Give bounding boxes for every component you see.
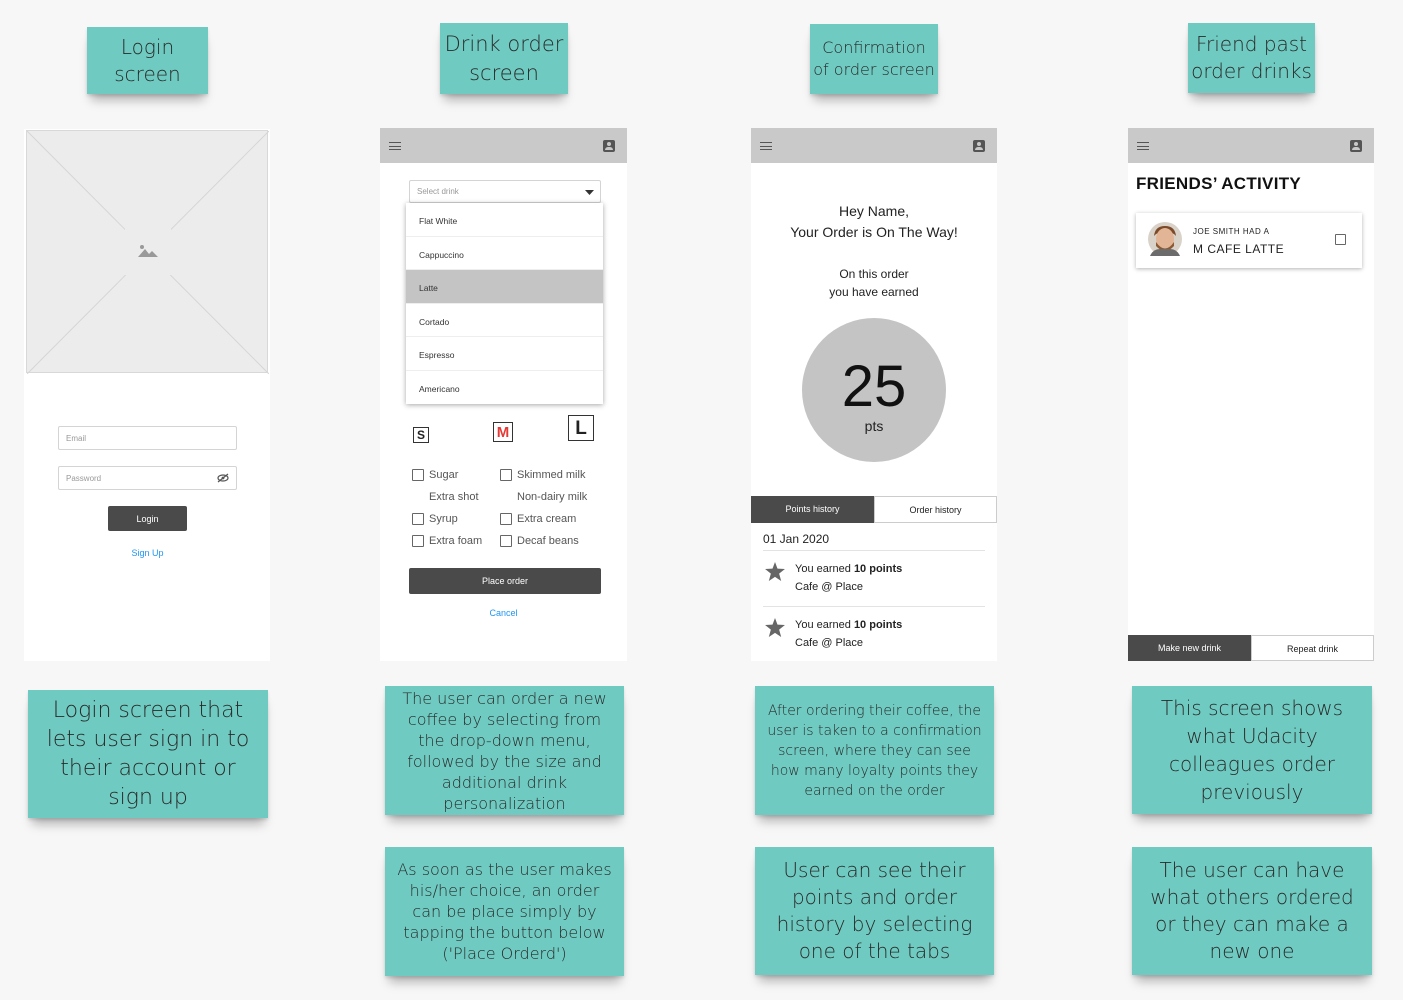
- extra-foam-label: Extra foam: [429, 535, 483, 547]
- account-icon[interactable]: [603, 140, 615, 152]
- history-earned: You earned 10 points: [795, 563, 903, 575]
- activity-card[interactable]: JOE SMITH HAD A M CAFE LATTE: [1136, 213, 1362, 268]
- dropdown-item-selected[interactable]: Latte: [406, 270, 603, 304]
- friends-activity-screen: FRIENDS’ ACTIVITY JOE SMITH HAD A M CAFE…: [1128, 128, 1374, 661]
- heading-drink-order: Drink order screen: [440, 23, 568, 94]
- password-field[interactable]: Password: [58, 466, 237, 490]
- menu-icon[interactable]: [760, 142, 772, 150]
- star-icon: [765, 618, 785, 637]
- extra-cream-label: Extra cream: [517, 513, 577, 525]
- select-drink-dropdown[interactable]: Select drink: [409, 180, 601, 203]
- skimmed-milk-label: Skimmed milk: [517, 469, 586, 481]
- image-placeholder: [26, 130, 269, 374]
- drink-dropdown-list: Flat White Cappuccino Latte Cortado Espr…: [406, 203, 603, 404]
- note-friends-1: This screen shows what Udacity colleague…: [1132, 686, 1372, 814]
- sugar-checkbox[interactable]: [412, 469, 424, 481]
- heading-login: Login screen: [87, 27, 208, 94]
- menu-icon[interactable]: [389, 142, 401, 150]
- image-icon: [138, 245, 158, 257]
- history-place: Cafe @ Place: [795, 637, 864, 649]
- divider: [763, 550, 985, 551]
- note-drink-order-1: The user can order a new coffee by selec…: [385, 686, 624, 815]
- app-bar: [1128, 128, 1374, 163]
- note-friends-2: The user can have what others ordered or…: [1132, 847, 1372, 975]
- activity-line1: JOE SMITH HAD A: [1193, 227, 1270, 236]
- note-confirmation-2: User can see their points and order hist…: [755, 847, 994, 975]
- decaf-beans-label: Decaf beans: [517, 535, 579, 547]
- dropdown-item[interactable]: Cappuccino: [406, 237, 603, 270]
- history-item: You earned 10 points Cafe @ Place: [763, 560, 985, 606]
- sugar-label: Sugar: [429, 469, 459, 481]
- app-bar: [380, 128, 627, 163]
- star-icon: [765, 562, 785, 581]
- decaf-beans-checkbox[interactable]: [500, 535, 512, 547]
- sign-up-link[interactable]: Sign Up: [108, 548, 187, 558]
- repeat-drink-button[interactable]: Repeat drink: [1251, 635, 1374, 661]
- account-icon[interactable]: [973, 140, 985, 152]
- tab-points-history[interactable]: Points history: [751, 496, 874, 523]
- history-date: 01 Jan 2020: [763, 532, 830, 546]
- dropdown-item[interactable]: Espresso: [406, 337, 603, 371]
- activity-line2: M CAFE LATTE: [1193, 242, 1285, 256]
- size-l-button[interactable]: L: [568, 415, 594, 441]
- syrup-label: Syrup: [429, 513, 458, 525]
- drink-order-screen: Select drink Flat White Cappuccino Latte…: [380, 128, 627, 661]
- page-title: FRIENDS’ ACTIVITY: [1136, 174, 1302, 193]
- extra-foam-checkbox[interactable]: [412, 535, 424, 547]
- extra-shot-label: Extra shot: [429, 491, 479, 503]
- activity-checkbox[interactable]: [1335, 234, 1346, 245]
- email-field[interactable]: Email: [58, 426, 237, 450]
- login-screen: Email Password Login Sign Up: [24, 129, 270, 661]
- earned-text: On this order you have earned: [829, 267, 919, 299]
- syrup-checkbox[interactable]: [412, 513, 424, 525]
- dropdown-item[interactable]: Flat White: [406, 203, 603, 237]
- note-confirmation-1: After ordering their coffee, the user is…: [755, 686, 994, 815]
- size-s-button[interactable]: S: [413, 427, 429, 443]
- avatar: [1148, 222, 1182, 256]
- chevron-down-icon: [585, 190, 594, 195]
- extra-cream-checkbox[interactable]: [500, 513, 512, 525]
- make-new-drink-button[interactable]: Make new drink: [1128, 635, 1251, 661]
- greeting-text: Hey Name, Your Order is On The Way!: [790, 203, 958, 240]
- history-place: Cafe @ Place: [795, 581, 864, 593]
- app-bar: [751, 128, 997, 163]
- dropdown-item[interactable]: Cortado: [406, 304, 603, 337]
- skimmed-milk-checkbox[interactable]: [500, 469, 512, 481]
- cancel-link[interactable]: Cancel: [464, 608, 543, 618]
- history-earned: You earned 10 points: [795, 619, 903, 631]
- confirmation-screen: Hey Name, Your Order is On The Way! On t…: [751, 128, 997, 661]
- non-dairy-milk-label: Non-dairy milk: [517, 491, 588, 503]
- tab-order-history[interactable]: Order history: [874, 496, 997, 523]
- points-circle: 25 pts: [802, 318, 946, 462]
- login-button[interactable]: Login: [108, 506, 187, 531]
- heading-friends: Friend past order drinks: [1188, 23, 1315, 93]
- menu-icon[interactable]: [1137, 142, 1149, 150]
- note-login: Login screen that lets user sign in to t…: [28, 690, 268, 818]
- points-unit: pts: [864, 418, 884, 434]
- note-drink-order-2: As soon as the user makes his/her choice…: [385, 847, 624, 976]
- size-m-button[interactable]: M: [493, 422, 513, 442]
- divider: [763, 606, 985, 607]
- points-value: 25: [841, 354, 907, 419]
- account-icon[interactable]: [1350, 140, 1362, 152]
- dropdown-item[interactable]: Americano: [406, 371, 603, 405]
- eye-off-icon[interactable]: [217, 473, 229, 483]
- history-item: You earned 10 points Cafe @ Place: [763, 616, 985, 661]
- heading-confirmation: Confirmation of order screen: [810, 24, 938, 94]
- place-order-button[interactable]: Place order: [409, 568, 601, 594]
